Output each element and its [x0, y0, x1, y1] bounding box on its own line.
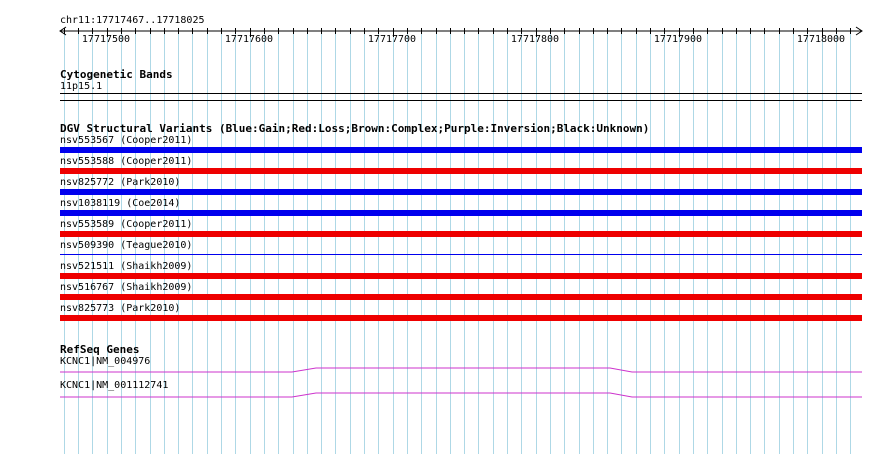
variant-bar-loss[interactable]: [60, 231, 862, 237]
variant-bar-gain[interactable]: [60, 147, 862, 153]
variant-label[interactable]: nsv553588 (Cooper2011): [60, 156, 192, 168]
gene-model[interactable]: [60, 391, 862, 401]
variant-bar-loss[interactable]: [60, 168, 862, 174]
variant-bar-gain[interactable]: [60, 189, 862, 195]
variant-label[interactable]: nsv825773 (Park2010): [60, 303, 180, 315]
variant-bar-gain[interactable]: [60, 210, 862, 216]
variant-label[interactable]: nsv553567 (Cooper2011): [60, 135, 192, 147]
refseq-title: RefSeq Genes: [60, 343, 140, 356]
variant-label[interactable]: nsv553589 (Cooper2011): [60, 219, 192, 231]
variant-label[interactable]: nsv1038119 (Coe2014): [60, 198, 180, 210]
ruler-tick-label: 17717900: [653, 34, 703, 45]
cytoband-label: 11p15.1: [60, 81, 103, 92]
variant-bar-loss[interactable]: [60, 273, 862, 279]
variant-label[interactable]: nsv509390 (Teague2010): [60, 240, 192, 252]
variant-bar-loss[interactable]: [60, 315, 862, 321]
ruler-tick-label: 17718000: [796, 34, 846, 45]
ruler-tick-label: 17717800: [510, 34, 560, 45]
variant-label[interactable]: nsv521511 (Shaikh2009): [60, 261, 192, 273]
dgv-title: DGV Structural Variants (Blue:Gain;Red:L…: [60, 122, 650, 135]
cytoband-bar-top: [60, 93, 862, 94]
gene-model[interactable]: [60, 366, 862, 376]
variant-label[interactable]: nsv516767 (Shaikh2009): [60, 282, 192, 294]
ruler-axis: [59, 26, 863, 37]
ruler-tick-label: 17717600: [224, 34, 274, 45]
cytoband-bar-bottom: [60, 100, 862, 101]
ruler-tick-label: 17717700: [367, 34, 417, 45]
variant-bar-gain[interactable]: [60, 254, 862, 255]
variant-label[interactable]: nsv825772 (Park2010): [60, 177, 180, 189]
variant-bar-loss[interactable]: [60, 294, 862, 300]
ruler-tick-label: 17717500: [81, 34, 131, 45]
cytoband-title: Cytogenetic Bands: [60, 68, 173, 81]
